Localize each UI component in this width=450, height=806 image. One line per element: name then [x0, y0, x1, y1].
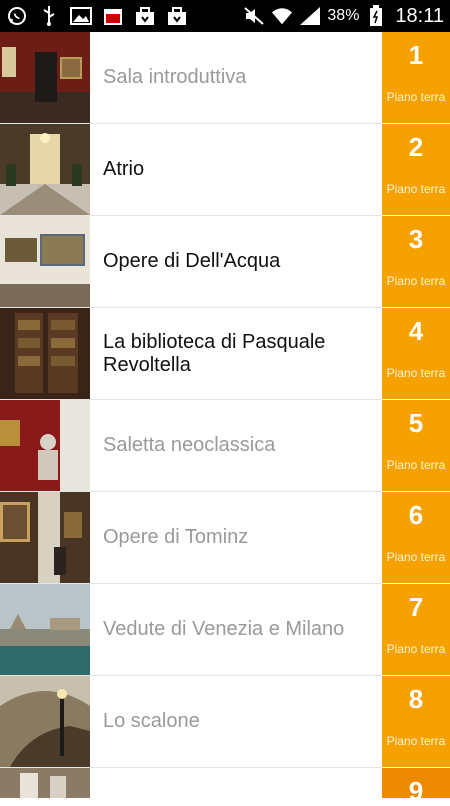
- bag-icon: [166, 5, 188, 27]
- battery-icon: [365, 5, 387, 27]
- room-number: 6: [408, 500, 424, 530]
- room-number: 2: [408, 132, 424, 162]
- mute-icon: [243, 5, 265, 27]
- bag-icon: [134, 5, 156, 27]
- calendar-icon: [102, 5, 124, 27]
- usb-icon: [38, 5, 60, 27]
- room-list-item[interactable]: Vedute di Venezia e Milano 7 Piano terra: [0, 584, 450, 676]
- room-list-item[interactable]: Lo scalone 8 Piano terra: [0, 676, 450, 768]
- room-number: 7: [408, 592, 424, 622]
- room-thumbnail: [0, 584, 90, 675]
- room-title: Lo scalone: [103, 710, 200, 732]
- room-list-item[interactable]: Sala introduttiva 1 Piano terra: [0, 32, 450, 124]
- battery-percent: 38%: [327, 7, 360, 24]
- room-floor: Piano terra: [386, 550, 446, 564]
- room-floor: Piano terra: [386, 182, 446, 196]
- room-title: Sala introduttiva: [103, 66, 247, 88]
- room-thumbnail: [0, 124, 90, 215]
- room-number: 5: [408, 408, 424, 438]
- room-number-badge: 9: [382, 768, 450, 806]
- room-number-badge: 1 Piano terra: [382, 32, 450, 124]
- room-list-item[interactable]: La biblioteca di Pasquale Revoltella 4 P…: [0, 308, 450, 400]
- room-floor: Piano terra: [386, 90, 446, 104]
- room-floor: Piano terra: [386, 734, 446, 748]
- image-icon: [70, 5, 92, 27]
- room-title: Vedute di Venezia e Milano: [103, 618, 345, 640]
- room-number-badge: 5 Piano terra: [382, 400, 450, 492]
- room-thumbnail: [0, 768, 90, 798]
- clock: 18:11: [395, 4, 444, 27]
- room-thumbnail: [0, 492, 90, 583]
- signal-icon: [299, 5, 321, 27]
- room-list-item[interactable]: 9: [0, 768, 450, 806]
- room-thumbnail: [0, 308, 90, 399]
- room-number-badge: 3 Piano terra: [382, 216, 450, 308]
- room-number: 9: [408, 776, 424, 806]
- room-title: La biblioteca di Pasquale Revoltella: [103, 330, 326, 376]
- room-thumbnail: [0, 216, 90, 307]
- room-number-badge: 8 Piano terra: [382, 676, 450, 768]
- room-thumbnail: [0, 676, 90, 767]
- room-list: Sala introduttiva 1 Piano terra Atrio 2 …: [0, 32, 450, 806]
- room-number: 3: [408, 224, 424, 254]
- room-list-item[interactable]: Opere di Tominz 6 Piano terra: [0, 492, 450, 584]
- room-title: Opere di Tominz: [103, 526, 249, 548]
- room-floor: Piano terra: [386, 366, 446, 380]
- room-number-badge: 6 Piano terra: [382, 492, 450, 584]
- room-thumbnail: [0, 32, 90, 123]
- room-floor: Piano terra: [386, 642, 446, 656]
- room-title: Opere di Dell'Acqua: [103, 250, 281, 272]
- room-list-item[interactable]: Opere di Dell'Acqua 3 Piano terra: [0, 216, 450, 308]
- room-number: 1: [408, 40, 424, 70]
- wifi-icon: [271, 5, 293, 27]
- room-list-item[interactable]: Atrio 2 Piano terra: [0, 124, 450, 216]
- room-number: 8: [408, 684, 424, 714]
- room-list-item[interactable]: Saletta neoclassica 5 Piano terra: [0, 400, 450, 492]
- room-title: Saletta neoclassica: [103, 434, 276, 456]
- room-number: 4: [408, 316, 424, 346]
- room-number-badge: 7 Piano terra: [382, 584, 450, 676]
- status-bar: 38% 18:11: [0, 0, 450, 32]
- room-floor: Piano terra: [386, 274, 446, 288]
- room-thumbnail: [0, 400, 90, 491]
- room-number-badge: 4 Piano terra: [382, 308, 450, 400]
- room-number-badge: 2 Piano terra: [382, 124, 450, 216]
- room-title: Atrio: [103, 158, 145, 180]
- whatsapp-icon: [6, 5, 28, 27]
- room-floor: Piano terra: [386, 458, 446, 472]
